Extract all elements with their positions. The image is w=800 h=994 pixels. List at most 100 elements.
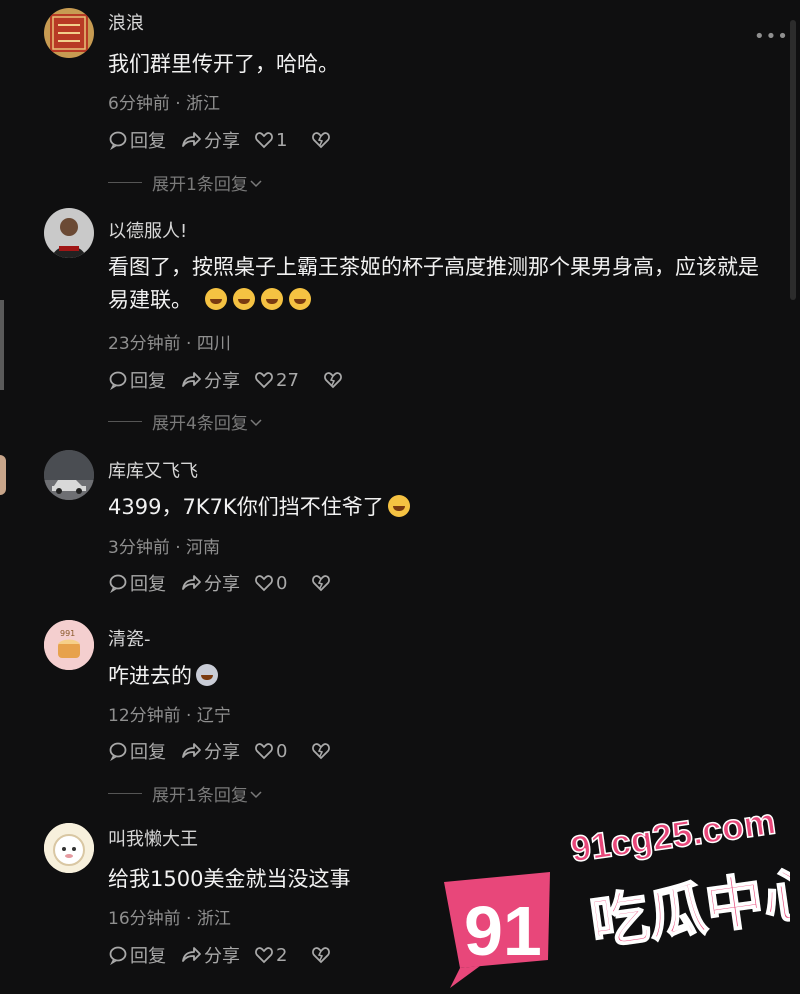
share-button[interactable]: 分享 xyxy=(180,570,240,596)
reply-label: 回复 xyxy=(130,742,166,763)
expand-replies[interactable]: 展开1条回复 xyxy=(108,781,264,806)
username[interactable]: 清瓷- xyxy=(108,625,151,651)
username[interactable]: 库库又飞飞 xyxy=(108,457,198,483)
username[interactable]: 以德服人! xyxy=(108,217,187,243)
laughing-emoji-icon xyxy=(288,288,311,310)
reply-button[interactable]: 回复 xyxy=(108,127,166,153)
share-label: 分享 xyxy=(204,946,240,967)
share-icon xyxy=(182,743,201,758)
divider xyxy=(108,421,142,422)
dislike-button[interactable] xyxy=(311,945,333,965)
chevron-down-icon xyxy=(250,179,262,187)
reply-icon xyxy=(109,574,127,593)
expand-label: 展开1条回复 xyxy=(152,175,248,195)
comment-actions: 回复 分享 0 xyxy=(108,571,347,595)
dislike-button[interactable] xyxy=(311,130,333,150)
watermark: 91 91cg25.com 吃瓜中心 xyxy=(440,790,800,990)
expand-replies[interactable]: 展开1条回复 xyxy=(108,170,264,195)
more-options-icon[interactable]: ••• xyxy=(754,26,789,47)
avatar[interactable] xyxy=(44,450,94,500)
comment-item: 991 清瓷- 咋进去的 12分钟前 · 辽宁 回复 分享 0 展开1条回复 xyxy=(0,610,780,815)
comment-item: 库库又飞飞 4399，7K7K你们挡不住爷了 3分钟前 · 河南 回复 分享 0 xyxy=(0,440,780,610)
like-count: 0 xyxy=(276,572,288,594)
reply-button[interactable]: 回复 xyxy=(108,942,166,968)
reply-button[interactable]: 回复 xyxy=(108,367,166,393)
share-button[interactable]: 分享 xyxy=(180,367,240,393)
like-button[interactable]: 27 xyxy=(254,370,299,391)
comment-actions: 回复 分享 0 xyxy=(108,739,347,763)
laughing-emoji-icon xyxy=(387,495,410,517)
dislike-button[interactable] xyxy=(311,741,333,761)
laughing-emoji-icon xyxy=(260,288,283,310)
broken-heart-icon xyxy=(323,372,342,389)
divider xyxy=(108,182,142,183)
divider xyxy=(108,793,142,794)
laughing-emoji-icon xyxy=(204,288,227,310)
cake-avatar-icon: 991 xyxy=(44,620,94,670)
share-icon xyxy=(182,132,201,147)
dislike-button[interactable] xyxy=(323,370,345,390)
like-count: 27 xyxy=(276,369,299,391)
comment-item: 以德服人! 看图了，按照桌子上霸王茶姬的杯子高度推测那个果男身高，应该就是易建联… xyxy=(0,200,780,440)
comment-meta: 6分钟前 · 浙江 xyxy=(108,94,221,114)
share-label: 分享 xyxy=(204,574,240,595)
avatar[interactable] xyxy=(44,208,94,258)
watermark-logo: 91 91cg25.com 吃瓜中心 xyxy=(444,800,800,988)
heart-icon xyxy=(255,575,273,592)
watermark-number: 91 xyxy=(464,892,542,970)
red-seal-avatar-icon xyxy=(50,14,88,52)
heart-icon xyxy=(255,132,273,149)
share-label: 分享 xyxy=(204,742,240,763)
share-icon xyxy=(182,947,201,962)
reply-icon xyxy=(109,946,127,965)
broken-heart-icon xyxy=(312,743,331,760)
reply-icon xyxy=(109,742,127,761)
reply-label: 回复 xyxy=(130,946,166,967)
like-count: 2 xyxy=(276,944,288,966)
comment-text: 4399，7K7K你们挡不住爷了 xyxy=(108,491,768,524)
comment-text-body: 4399，7K7K你们挡不住爷了 xyxy=(108,495,384,519)
scrollbar[interactable] xyxy=(790,20,796,300)
reply-label: 回复 xyxy=(130,574,166,595)
share-button[interactable]: 分享 xyxy=(180,127,240,153)
heart-icon xyxy=(255,947,273,964)
like-count: 0 xyxy=(276,740,288,762)
comment-text: 咋进去的 xyxy=(108,660,768,693)
cat-emoji-icon xyxy=(196,664,218,686)
chevron-down-icon xyxy=(250,790,262,798)
username[interactable]: 浪浪 xyxy=(108,9,144,35)
like-button[interactable]: 0 xyxy=(254,573,287,594)
share-label: 分享 xyxy=(204,131,240,152)
comment-meta: 12分钟前 · 辽宁 xyxy=(108,706,231,726)
car-avatar-icon xyxy=(44,450,94,500)
comment-actions: 回复 分享 2 xyxy=(108,943,347,967)
like-button[interactable]: 0 xyxy=(254,741,287,762)
comment-text-body: 咋进去的 xyxy=(108,664,192,688)
share-icon xyxy=(182,575,201,590)
username[interactable]: 叫我懒大王 xyxy=(108,825,198,851)
comment-meta: 23分钟前 · 四川 xyxy=(108,334,231,354)
svg-text:991: 991 xyxy=(60,629,75,638)
comment-meta: 16分钟前 · 浙江 xyxy=(108,909,231,929)
comment-text: 我们群里传开了，哈哈。 xyxy=(108,52,339,76)
avatar[interactable] xyxy=(44,823,94,873)
like-count: 1 xyxy=(276,129,288,151)
like-button[interactable]: 1 xyxy=(254,130,287,151)
reply-label: 回复 xyxy=(130,131,166,152)
expand-label: 展开1条回复 xyxy=(152,786,248,806)
reply-button[interactable]: 回复 xyxy=(108,738,166,764)
avatar[interactable]: 991 xyxy=(44,620,94,670)
avatar[interactable] xyxy=(44,8,94,58)
expand-label: 展开4条回复 xyxy=(152,414,248,434)
expand-replies[interactable]: 展开4条回复 xyxy=(108,409,264,434)
laughing-emoji-icon xyxy=(232,288,255,310)
like-button[interactable]: 2 xyxy=(254,945,287,966)
sheep-avatar-icon xyxy=(44,823,94,873)
dislike-button[interactable] xyxy=(311,573,333,593)
reply-button[interactable]: 回复 xyxy=(108,570,166,596)
share-button[interactable]: 分享 xyxy=(180,942,240,968)
share-button[interactable]: 分享 xyxy=(180,738,240,764)
comment-item: 浪浪 ••• 我们群里传开了，哈哈。 6分钟前 · 浙江 回复 分享 1 展开1… xyxy=(0,0,788,200)
reply-label: 回复 xyxy=(130,371,166,392)
broken-heart-icon xyxy=(312,947,331,964)
